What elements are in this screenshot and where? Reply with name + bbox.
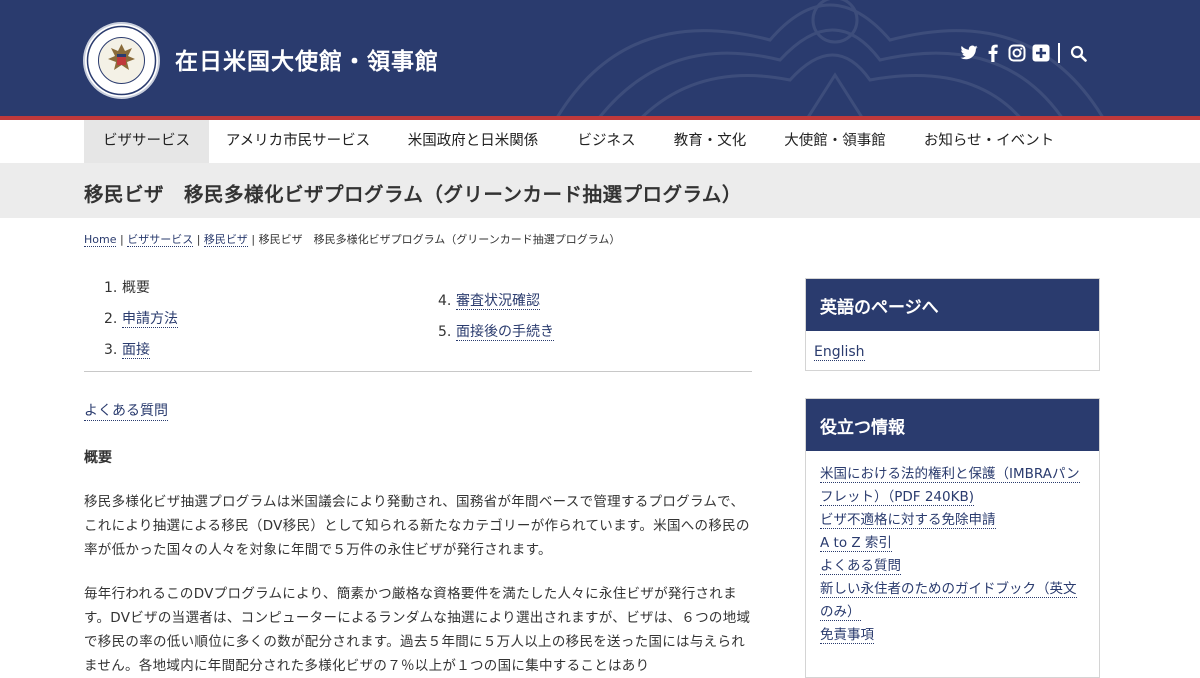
- toc-item-interview: 3. 面接: [104, 339, 150, 359]
- toc-divider: [84, 371, 752, 372]
- toc-number: 4.: [438, 293, 452, 309]
- social-links: [958, 42, 1091, 64]
- breadcrumb-visa-services[interactable]: ビザサービス: [127, 233, 194, 247]
- toc-item-application: 2. 申請方法: [104, 308, 178, 328]
- breadcrumb-separator: |: [251, 233, 256, 246]
- breadcrumb-separator: |: [119, 233, 124, 246]
- useful-info-heading: 役立つ情報: [806, 399, 1099, 451]
- instagram-icon[interactable]: [1006, 42, 1028, 64]
- plus-icon[interactable]: [1030, 42, 1052, 64]
- breadcrumb-immigrant-visa[interactable]: 移民ビザ: [203, 233, 248, 247]
- twitter-icon[interactable]: [958, 42, 980, 64]
- nav-item-business[interactable]: ビジネス: [559, 120, 654, 163]
- embassy-seal-logo[interactable]: [83, 22, 160, 99]
- faq-link[interactable]: よくある質問: [84, 400, 168, 421]
- toc-item-after-interview: 5. 面接後の手続き: [438, 321, 554, 341]
- toc-number: 3.: [104, 342, 118, 358]
- search-icon[interactable]: [1067, 42, 1089, 64]
- breadcrumb-home[interactable]: Home: [84, 233, 117, 247]
- toc-link-interview[interactable]: 面接: [122, 342, 150, 359]
- page-title: 移民ビザ 移民多様化ビザプログラム（グリーンカード抽選プログラム）: [84, 183, 742, 206]
- useful-link-waiver[interactable]: ビザ不適格に対する免除申請: [820, 509, 1085, 532]
- toc-number: 5.: [438, 324, 452, 340]
- nav-item-visa-services[interactable]: ビザサービス: [84, 120, 209, 163]
- breadcrumb-current: 移民ビザ 移民多様化ビザプログラム（グリーンカード抽選プログラム）: [258, 233, 621, 246]
- english-box-heading: 英語のページへ: [806, 279, 1099, 331]
- nav-item-american-citizen-services[interactable]: アメリカ市民サービス: [209, 120, 387, 163]
- toc-item-status-check: 4. 審査状況確認: [438, 290, 540, 310]
- useful-info-list: 米国における法的権利と保護（IMBRAパンフレット）（PDF 240KB) ビザ…: [820, 463, 1085, 647]
- site-title[interactable]: 在日米国大使館・領事館: [175, 42, 439, 76]
- nav-item-news-events[interactable]: お知らせ・イベント: [904, 120, 1074, 163]
- toc-item-overview: 1. 概要: [104, 277, 150, 297]
- nav-item-education-culture[interactable]: 教育・文化: [654, 120, 766, 163]
- useful-link-disclaimer[interactable]: 免責事項: [820, 624, 1085, 647]
- facebook-icon[interactable]: [982, 42, 1004, 64]
- useful-info-box: 役立つ情報 米国における法的権利と保護（IMBRAパンフレット）（PDF 240…: [805, 398, 1100, 678]
- breadcrumb-separator: |: [196, 233, 201, 246]
- english-page-box: 英語のページへ English: [805, 278, 1100, 371]
- overview-paragraph-2: 毎年行われるこのDVプログラムにより、簡素かつ厳格な資格要件を満たした人々に永住…: [84, 586, 751, 674]
- nav-item-us-government-relations[interactable]: 米国政府と日米関係: [387, 120, 559, 163]
- toc-link-status-check[interactable]: 審査状況確認: [456, 293, 540, 310]
- toc-number: 1.: [104, 280, 118, 296]
- useful-link-a-to-z-index[interactable]: A to Z 索引: [820, 532, 1085, 555]
- site-header: 在日米国大使館・領事館: [0, 0, 1200, 116]
- breadcrumb: Home | ビザサービス | 移民ビザ | 移民ビザ 移民多様化ビザプログラム…: [84, 231, 620, 247]
- toc-link-after-interview[interactable]: 面接後の手続き: [456, 324, 554, 341]
- overview-paragraph-1: 移民多様化ビザ抽選プログラムは米国議会により発動され、国務省が年間ベースで管理す…: [84, 494, 750, 558]
- nav-item-embassy-consulates[interactable]: 大使館・領事館: [766, 120, 904, 163]
- social-separator: [1058, 43, 1060, 63]
- toc-label: 概要: [122, 280, 150, 296]
- english-link[interactable]: English: [814, 344, 865, 361]
- useful-link-imbra[interactable]: 米国における法的権利と保護（IMBRAパンフレット）（PDF 240KB): [820, 463, 1085, 509]
- toc-link-application[interactable]: 申請方法: [122, 311, 178, 328]
- toc-number: 2.: [104, 311, 118, 327]
- useful-link-faq[interactable]: よくある質問: [820, 555, 1085, 578]
- section-heading-overview: 概要: [84, 450, 112, 466]
- useful-link-guidebook[interactable]: 新しい永住者のためのガイドブック（英文のみ）: [820, 578, 1085, 624]
- main-nav: ビザサービス アメリカ市民サービス 米国政府と日米関係 ビジネス 教育・文化 大…: [0, 120, 1200, 163]
